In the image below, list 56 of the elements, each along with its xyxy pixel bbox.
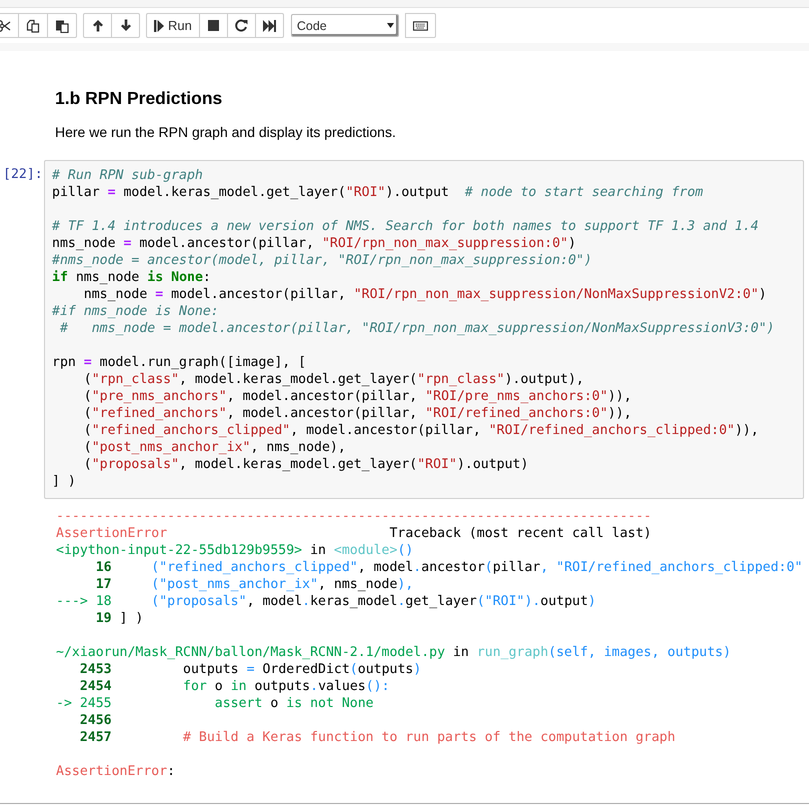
- traceback-line: 16 ("refined_anchors_clipped", model.ancestor(pillar, "ROI/refined_anchors_clipped:0": [94, 559, 804, 576]
- run-button[interactable]: Run: [146, 13, 200, 38]
- code-line: nms_node = model.ancestor(pillar, "ROI/rpn_non_max_suppression/NonMaxSuppressionV2:0"): [82, 286, 768, 303]
- code-line: ("pre_nms_anchors", model.ancestor(pillar, "ROI/pre_nms_anchors:0")),: [82, 388, 633, 405]
- traceback-line: <ipython-input-22-55db129b9559> in <module>(): [56, 542, 414, 559]
- traceback-line: 2456: [78, 712, 113, 729]
- code-line: # nms_node = model.ancestor(pillar, "ROI/rpn_non_max_suppression/NonMaxSuppressionV3:0"): [58, 320, 776, 337]
- code-line: ("refined_anchors", model.ancestor(pillar, "ROI/refined_anchors:0")),: [82, 405, 633, 422]
- code-line: pillar = model.keras_model.get_layer("ROI").output # node to start searching from: [52, 184, 704, 201]
- keyboard-icon: [412, 20, 428, 30]
- traceback-line: AssertionError:: [56, 763, 176, 780]
- section-heading: 1.b RPN Predictions: [55, 88, 224, 109]
- stop-button[interactable]: [198, 13, 228, 38]
- code-line: rpn = model.run_graph([image], [: [52, 354, 308, 371]
- restart-button[interactable]: [226, 13, 256, 38]
- code-line: ("rpn_class", model.keras_model.get_layer("rpn_class").output),: [82, 371, 585, 388]
- code-line: nms_node = model.ancestor(pillar, "ROI/rpn_non_max_suppression:0"): [52, 235, 578, 252]
- paste-icon: [55, 18, 69, 32]
- arrow-up-icon: [92, 19, 104, 32]
- traceback-line: 19 ] ): [94, 610, 144, 627]
- traceback-line: 2457 # Build a Keras function to run parts of the computation graph: [78, 729, 676, 746]
- code-line: ] ): [52, 473, 77, 490]
- run-all-button[interactable]: [254, 13, 284, 38]
- stop-icon: [208, 20, 219, 31]
- code-line: #nms_node = ancestor(model, pillar, "ROI/rpn_non_max_suppression:0"): [52, 252, 593, 269]
- move-down-button[interactable]: [111, 13, 140, 38]
- traceback-line: -> 2455 assert o is not None: [56, 695, 375, 712]
- step-forward-icon: [154, 20, 164, 32]
- traceback-line: ---> 18 ("proposals", model.keras_model.get_layer("ROI").output): [56, 593, 597, 610]
- code-cell[interactable]: [44, 160, 804, 499]
- cell-prompt: [22]:: [2, 166, 44, 184]
- move-up-button[interactable]: [83, 13, 112, 38]
- traceback-line: AssertionError Traceback (most recent call last): [56, 525, 652, 542]
- traceback-line: ---------------------------------------------------------------------------: [56, 508, 652, 525]
- code-line: #if nms_node is None:: [52, 303, 220, 320]
- arrow-down-icon: [120, 19, 132, 32]
- code-line: # Run RPN sub-graph: [52, 167, 204, 184]
- traceback-line: 2453 outputs = OrderedDict(outputs): [78, 661, 422, 678]
- code-line: if nms_node is None:: [52, 269, 212, 286]
- copy-button[interactable]: [18, 13, 48, 38]
- paste-button[interactable]: [47, 13, 77, 38]
- code-line: # TF 1.4 introduces a new version of NMS. Search for both names to support TF 1.3 and 1.4: [52, 218, 760, 235]
- code-line: ("refined_anchors_clipped", model.ancestor(pillar, "ROI/refined_anchors_clipped:0")),: [82, 422, 760, 439]
- fast-forward-icon: [262, 20, 276, 32]
- paragraph: Here we run the RPN graph and display its predictions.: [55, 124, 397, 140]
- refresh-icon: [234, 19, 248, 32]
- traceback-line: ~/xiaorun/Mask_RCNN/ballon/Mask_RCNN-2.1/model.py in run_graph(self, images, outputs): [56, 644, 732, 661]
- code-line: ("proposals", model.keras_model.get_layer("ROI").output): [82, 456, 530, 473]
- traceback-line: 17 ("post_nms_anchor_ix", nms_node),: [94, 576, 414, 593]
- caret-icon: [386, 23, 394, 28]
- code-line: ("post_nms_anchor_ix", nms_node),: [82, 439, 347, 456]
- copy-icon: [26, 18, 40, 32]
- traceback-line: 2454 for o in outputs.values():: [78, 678, 391, 695]
- keyboard-button[interactable]: [404, 13, 436, 38]
- cell-type-dropdown[interactable]: Code: [290, 14, 399, 37]
- scissors-icon: [0, 18, 11, 32]
